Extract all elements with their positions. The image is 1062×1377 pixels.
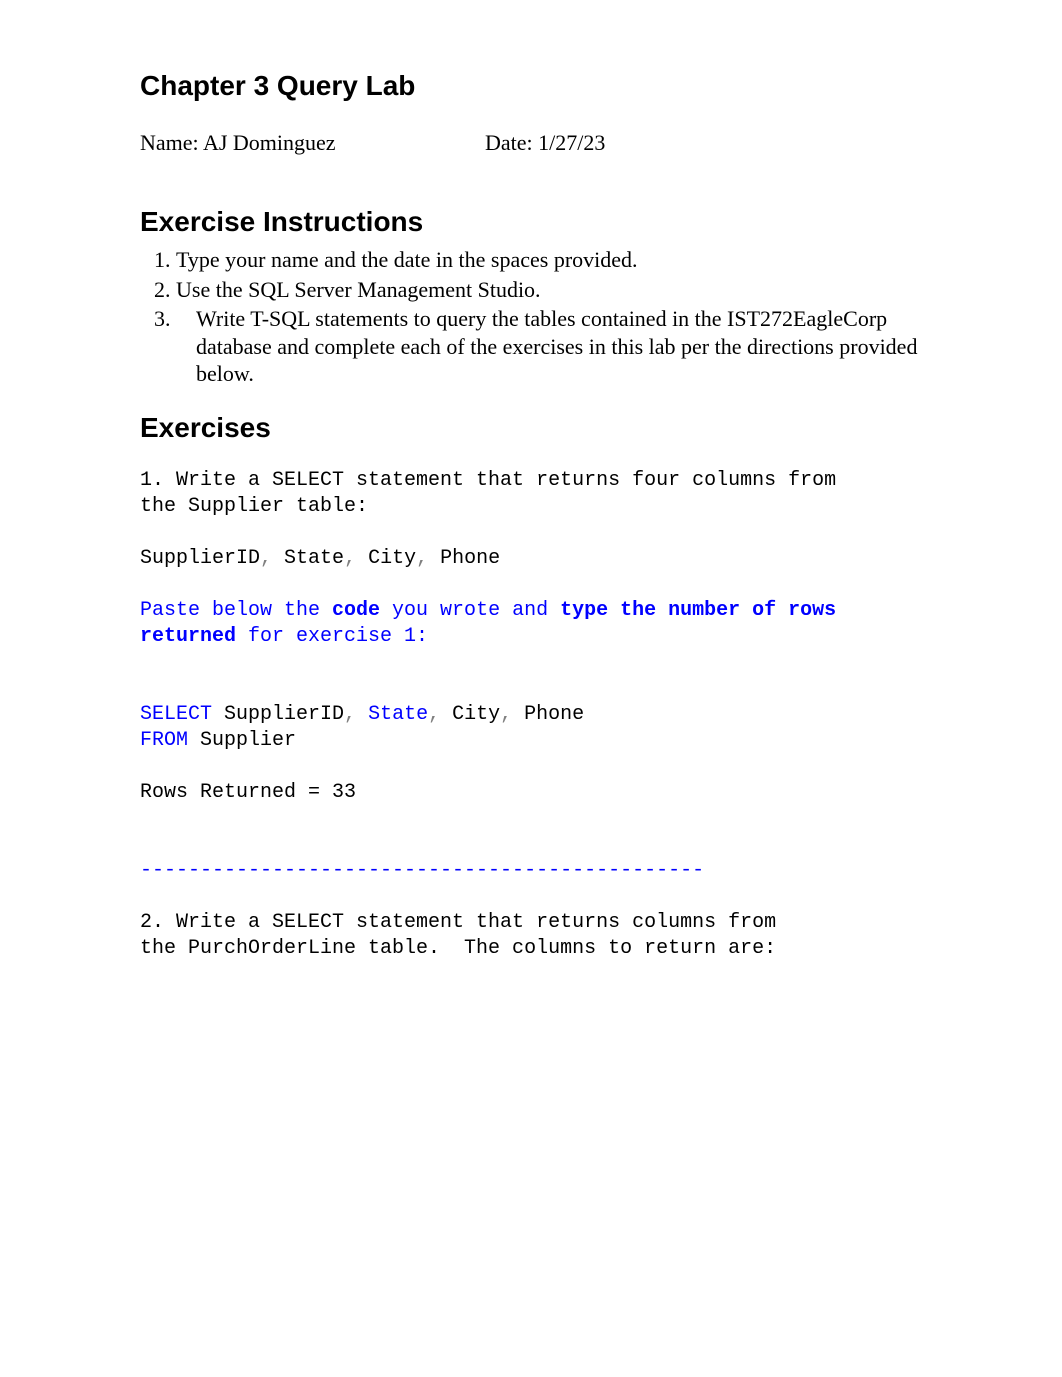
sql-select-keyword: SELECT — [140, 703, 212, 726]
exercises-body: 1. Write a SELECT statement that returns… — [140, 468, 922, 962]
instruction-item: Type your name and the date in the space… — [176, 246, 922, 274]
comma: , — [428, 703, 440, 726]
instruction-item: Use the SQL Server Management Studio. — [176, 276, 922, 304]
sql-table-supplier: Supplier — [188, 729, 296, 752]
sql-col-phone: Phone — [512, 703, 584, 726]
date-value: 1/27/23 — [538, 130, 605, 155]
ex1-paste-post: for exercise 1: — [236, 625, 428, 648]
name-field: Name: AJ Dominguez — [140, 130, 485, 156]
name-label: Name: — [140, 130, 203, 155]
ex2-intro-line2: the PurchOrderLine table. The columns to… — [140, 937, 776, 960]
sql-from-keyword: FROM — [140, 729, 188, 752]
ex1-col-phone: Phone — [428, 547, 500, 570]
comma: , — [416, 547, 428, 570]
ex1-intro-line1: 1. Write a SELECT statement that returns… — [140, 469, 836, 492]
date-label: Date: — [485, 130, 538, 155]
date-field: Date: 1/27/23 — [485, 130, 605, 156]
ex1-col-supplierid: SupplierID — [140, 547, 260, 570]
sql-col-supplierid: SupplierID — [212, 703, 344, 726]
instructions-list: Type your name and the date in the space… — [140, 246, 922, 388]
ex1-intro-line2: the Supplier table: — [140, 495, 368, 518]
comma: , — [500, 703, 512, 726]
ex1-col-city: City — [356, 547, 416, 570]
sql-col-state: State — [356, 703, 428, 726]
comma: , — [260, 547, 272, 570]
document-page: Chapter 3 Query Lab Name: AJ Dominguez D… — [0, 0, 1062, 962]
name-date-row: Name: AJ Dominguez Date: 1/27/23 — [140, 130, 922, 156]
exercises-heading: Exercises — [140, 412, 922, 444]
comma: , — [344, 703, 356, 726]
instructions-heading: Exercise Instructions — [140, 206, 922, 238]
ex1-paste-mid: you wrote and — [380, 599, 560, 622]
ex1-paste-code: code — [332, 599, 380, 622]
sql-col-city: City — [440, 703, 500, 726]
ex1-paste-pre: Paste below the — [140, 599, 332, 622]
divider: ----------------------------------------… — [140, 859, 704, 882]
ex1-col-state: State — [272, 547, 344, 570]
chapter-title: Chapter 3 Query Lab — [140, 70, 922, 102]
instruction-item: Write T-SQL statements to query the tabl… — [176, 305, 922, 388]
comma: , — [344, 547, 356, 570]
ex1-rows-returned: Rows Returned = 33 — [140, 781, 356, 804]
name-value: AJ Dominguez — [203, 130, 336, 155]
ex2-intro-line1: 2. Write a SELECT statement that returns… — [140, 911, 776, 934]
